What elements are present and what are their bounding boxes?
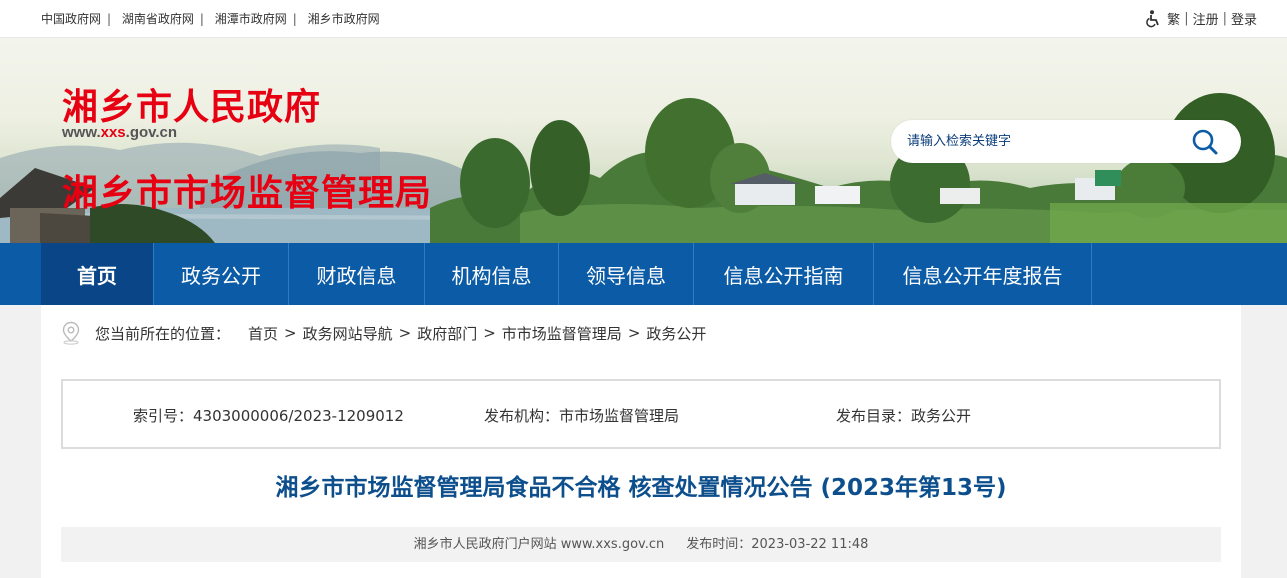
publish-time: 发布时间：2023-03-22 11:48 (686, 537, 869, 552)
content-panel: 您当前所在的位置： 首页 > 政务网站导航 > 政府部门 > 市市场监督管理局 … (41, 305, 1241, 578)
header-banner: 湘乡市人民政府 www.xxs.gov.cn 湘乡市市场监督管理局 (0, 38, 1287, 243)
publishing-agency: 发布机构：市市场监督管理局 (484, 407, 680, 425)
top-bar: 中国政府网 | 湖南省政府网 | 湘潭市政府网 | 湘乡市政府网 繁 | 注册 | 登… (0, 0, 1287, 38)
nav-leaders[interactable]: 领导信息 (559, 243, 694, 305)
traditional-chinese-link[interactable]: 繁 (1167, 9, 1180, 28)
breadcrumb-site-nav[interactable]: 政务网站导航 (303, 323, 393, 344)
nav-disclosure-guide[interactable]: 信息公开指南 (694, 243, 874, 305)
nav-organization[interactable]: 机构信息 (425, 243, 559, 305)
index-number: 索引号：4303000006/2023-1209012 (133, 407, 404, 425)
main-nav: 首页 政务公开 财政信息 机构信息 领导信息 信息公开指南 信息公开年度报告 (0, 243, 1287, 305)
search-input[interactable] (907, 131, 1177, 151)
link-china-gov[interactable]: 中国政府网 (41, 12, 101, 26)
publish-info-bar: 湘乡市人民政府门户网站 www.xxs.gov.cn 发布时间：2023-03-2… (61, 527, 1221, 562)
article-source: 湘乡市人民政府门户网站 www.xxs.gov.cn (413, 537, 665, 552)
link-xiangxiang-gov[interactable]: 湘乡市政府网 (308, 12, 380, 26)
breadcrumb-label: 您当前所在的位置： (95, 324, 231, 343)
site-title[interactable]: 湘乡市人民政府 (62, 78, 321, 130)
breadcrumb-market-bureau[interactable]: 市市场监督管理局 (502, 323, 622, 344)
breadcrumb: 您当前所在的位置： 首页 > 政务网站导航 > 政府部门 > 市市场监督管理局 … (61, 321, 706, 345)
breadcrumb-home[interactable]: 首页 (248, 323, 278, 344)
search-box (891, 120, 1241, 163)
nav-finance[interactable]: 财政信息 (289, 243, 425, 305)
nav-annual-report[interactable]: 信息公开年度报告 (874, 243, 1092, 305)
publish-catalog: 发布目录：政务公开 (836, 407, 972, 425)
location-pin-icon (62, 321, 80, 345)
document-meta-box: 索引号：4303000006/2023-1209012 发布机构：市市场监督管理… (61, 379, 1221, 449)
department-title: 湘乡市市场监督管理局 (62, 173, 433, 214)
breadcrumb-gov-departments[interactable]: 政府部门 (417, 323, 477, 344)
wheelchair-icon[interactable] (1145, 9, 1161, 28)
site-url: www.xxs.gov.cn (62, 124, 178, 141)
nav-home[interactable]: 首页 (41, 243, 154, 305)
link-hunan-gov[interactable]: 湖南省政府网 (122, 12, 194, 26)
search-icon[interactable] (1191, 128, 1219, 156)
link-xiangtan-gov[interactable]: 湘潭市政府网 (215, 12, 287, 26)
register-link[interactable]: 注册 (1193, 9, 1219, 28)
nav-gov-affairs[interactable]: 政务公开 (154, 243, 289, 305)
breadcrumb-gov-affairs[interactable]: 政务公开 (646, 323, 706, 344)
gov-links: 中国政府网 | 湖南省政府网 | 湘潭市政府网 | 湘乡市政府网 (41, 12, 380, 26)
user-links: 繁 | 注册 | 登录 (1145, 9, 1257, 28)
login-link[interactable]: 登录 (1231, 9, 1257, 28)
article-title: 湘乡市市场监督管理局食品不合格 核查处置情况公告 (2023年第13号) (275, 475, 1007, 501)
